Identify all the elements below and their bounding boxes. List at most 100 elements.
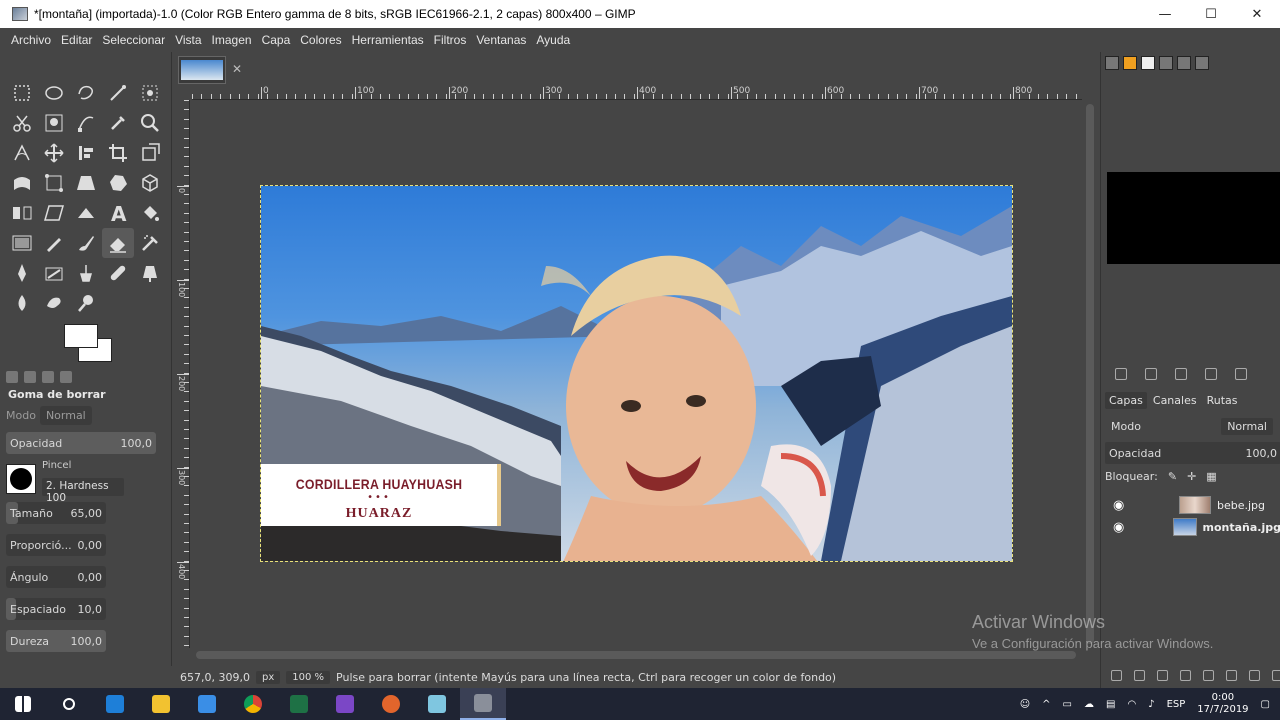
tab-rutas[interactable]: Rutas	[1203, 392, 1242, 409]
tool-unified-transform-button[interactable]	[134, 138, 166, 168]
chrome-taskbar-button[interactable]	[230, 688, 276, 720]
tool-text-button[interactable]: A	[102, 198, 134, 228]
fonts-tab-icon[interactable]	[1141, 56, 1155, 70]
layer-mode-select[interactable]: Normal	[1221, 417, 1273, 435]
undo-history-tab-icon[interactable]	[42, 371, 54, 383]
tool-perspective-button[interactable]	[70, 168, 102, 198]
size-slider[interactable]: Tamaño 65,00	[6, 502, 106, 524]
notifications-icon[interactable]: ▢	[1261, 699, 1270, 710]
tool-perspective-clone-button[interactable]	[134, 258, 166, 288]
lower-layer-icon[interactable]	[1180, 670, 1191, 681]
close-button[interactable]: ✕	[1234, 0, 1280, 28]
tool-clone-button[interactable]	[70, 258, 102, 288]
tool-shear-button[interactable]	[38, 198, 70, 228]
tool-by-color-select-button[interactable]	[134, 78, 166, 108]
menu-ventanas[interactable]: Ventanas	[471, 33, 531, 47]
brushes-tab-icon[interactable]	[1105, 56, 1119, 70]
volume-icon[interactable]: ♪	[1148, 699, 1154, 710]
duplicate-layer-icon[interactable]	[1203, 670, 1214, 681]
hardness-slider[interactable]: Dureza 100,0	[6, 630, 106, 652]
gradients-tab-icon[interactable]	[1159, 56, 1173, 70]
explorer-taskbar-button[interactable]	[138, 688, 184, 720]
tool-eraser-button[interactable]	[102, 228, 134, 258]
start-button[interactable]	[0, 688, 46, 720]
chevron-up-icon[interactable]: ^	[1042, 699, 1050, 710]
menu-filtros[interactable]: Filtros	[429, 33, 472, 47]
image-thumbnail-tab[interactable]	[178, 56, 226, 84]
anchor-layer-icon[interactable]	[1226, 670, 1237, 681]
app-taskbar-button[interactable]	[414, 688, 460, 720]
paw-app-taskbar-button[interactable]	[368, 688, 414, 720]
raise-layer-icon[interactable]	[1157, 670, 1168, 681]
visualstudio-taskbar-button[interactable]	[322, 688, 368, 720]
tool-mypaint-button[interactable]	[38, 258, 70, 288]
edit-icon[interactable]	[1175, 368, 1187, 380]
tool-options-tab-icon[interactable]	[6, 371, 18, 383]
battery-icon[interactable]: ▭	[1063, 699, 1072, 710]
palettes-tab-icon[interactable]	[1177, 56, 1191, 70]
tool-foreground-select-button[interactable]	[38, 108, 70, 138]
tool-flip-button[interactable]	[6, 198, 38, 228]
tool-paintbrush-button[interactable]	[70, 228, 102, 258]
tool-bucket-fill-button[interactable]	[134, 198, 166, 228]
tool-blur-button[interactable]	[6, 288, 38, 318]
layer-row[interactable]: ◉ montaña.jpg	[1105, 516, 1280, 538]
patterns-tab-icon[interactable]	[1123, 56, 1137, 70]
tool-handle-transform-button[interactable]	[38, 168, 70, 198]
ratio-slider[interactable]: Proporció... 0,00	[6, 534, 106, 556]
search-button[interactable]	[46, 688, 92, 720]
tool-zoom-button[interactable]	[134, 108, 166, 138]
tool-align-button[interactable]	[70, 138, 102, 168]
network-icon[interactable]: ▤	[1106, 699, 1115, 710]
menu-colores[interactable]: Colores	[295, 33, 346, 47]
edge-taskbar-button[interactable]	[92, 688, 138, 720]
image-canvas[interactable]: CORDILLERA HUAYHUASH ••• HUARAZ	[260, 185, 1013, 562]
minimize-button[interactable]: —	[1142, 0, 1188, 28]
mode-select[interactable]: Normal	[39, 405, 92, 425]
menu-capa[interactable]: Capa	[257, 33, 296, 47]
vertical-scrollbar[interactable]	[1083, 100, 1097, 648]
menu-seleccionar[interactable]: Seleccionar	[97, 33, 170, 47]
delete-layer-icon[interactable]	[1272, 670, 1280, 681]
people-icon[interactable]: ☺	[1020, 699, 1030, 710]
brush-preview[interactable]	[6, 464, 36, 494]
tool-pencil-button[interactable]	[38, 228, 70, 258]
visibility-eye-icon[interactable]: ◉	[1113, 520, 1127, 535]
tool-cage-button[interactable]	[102, 168, 134, 198]
tool-3d-transform-button[interactable]	[134, 168, 166, 198]
tool-blend-button[interactable]	[6, 228, 38, 258]
zoom-select[interactable]: 100 %	[286, 670, 331, 684]
onedrive-icon[interactable]: ☁	[1084, 699, 1094, 710]
device-status-tab-icon[interactable]	[24, 371, 36, 383]
store-taskbar-button[interactable]	[184, 688, 230, 720]
layer-row[interactable]: ◉ bebe.jpg	[1105, 494, 1280, 516]
horizontal-scroll-thumb[interactable]	[196, 651, 1076, 659]
foreground-color-swatch[interactable]	[64, 324, 98, 348]
tool-airbrush-button[interactable]	[134, 228, 166, 258]
images-tab-icon[interactable]	[60, 371, 72, 383]
angle-slider[interactable]: Ángulo 0,00	[6, 566, 106, 588]
duplicate-icon[interactable]	[1205, 368, 1217, 380]
tool-fuzzy-select-button[interactable]	[102, 78, 134, 108]
tool-color-picker-button[interactable]	[102, 108, 134, 138]
maximize-button[interactable]: ☐	[1188, 0, 1234, 28]
tool-heal-button[interactable]	[102, 258, 134, 288]
paint-dynamics-tab-icon[interactable]	[1195, 56, 1209, 70]
delete-icon[interactable]	[1145, 368, 1157, 380]
close-image-tab-icon[interactable]: ✕	[232, 62, 242, 76]
tool-measure-button[interactable]	[6, 138, 38, 168]
layer-opacity-slider[interactable]: Opacidad 100,0	[1105, 442, 1280, 464]
opacity-slider[interactable]: Opacidad 100,0	[6, 432, 156, 454]
wifi-icon[interactable]: ◠	[1127, 699, 1136, 710]
menu-archivo[interactable]: Archivo	[6, 33, 56, 47]
vertical-scroll-thumb[interactable]	[1086, 104, 1094, 644]
refresh-icon[interactable]	[1235, 368, 1247, 380]
tab-capas[interactable]: Capas	[1105, 392, 1147, 409]
tool-smudge-button[interactable]	[38, 288, 70, 318]
lock-alpha-icon[interactable]: ▦	[1206, 470, 1216, 483]
brush-name[interactable]: 2. Hardness 100	[42, 478, 124, 504]
tool-move-button[interactable]	[38, 138, 70, 168]
tool-rect-select-button[interactable]	[6, 78, 38, 108]
lock-pixels-icon[interactable]: ✎	[1168, 470, 1177, 483]
spacing-slider[interactable]: Espaciado 10,0	[6, 598, 106, 620]
